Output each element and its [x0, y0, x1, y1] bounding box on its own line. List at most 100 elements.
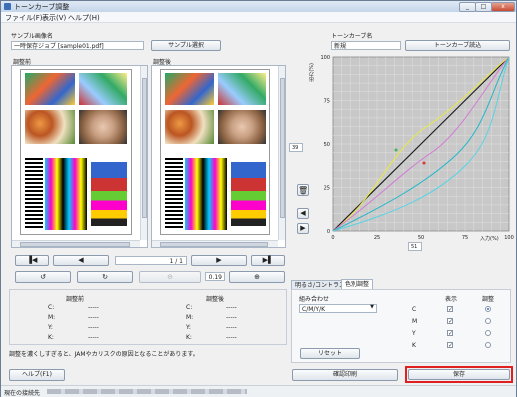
before-y-label: Y: [48, 324, 53, 331]
zoom-in-button[interactable]: ⊕ [229, 271, 285, 283]
x-tick-label: 75 [462, 235, 468, 241]
status-bar: 現在の接続先 [1, 385, 516, 397]
rotate-right-button[interactable]: ↻ [77, 271, 133, 283]
y-tick-label: 75 [324, 99, 330, 105]
x-tick-label: 100 [504, 235, 514, 241]
before-values-title: 調整前 [66, 296, 85, 303]
color-adjust-panel: 組み合わせ C/M/Y/K ▼ 表示 調整 C ✓ M ✓ Y ✓ K ✓ リセ… [291, 289, 511, 363]
connection-label: 現在の接続先 [4, 390, 41, 397]
adjust-header: 調整 [482, 296, 495, 303]
y-tick-label: 25 [324, 186, 330, 192]
channel-k-label: K [412, 342, 416, 349]
before-vertical-scrollbar[interactable] [140, 66, 147, 240]
graph-xlabel: 入力(%) [480, 236, 499, 242]
channel-k-adjust-radio[interactable] [485, 342, 491, 348]
before-m-label: M: [48, 314, 56, 321]
y-tick-label: 50 [324, 142, 330, 148]
point-left-icon: ◀ [300, 209, 306, 217]
sample-label: サンプル画像名 [11, 33, 53, 40]
value-display-group: 調整前 調整後 C: M: Y: K: ----- ----- ----- --… [9, 289, 287, 345]
after-m-value: ----- [226, 314, 237, 321]
after-preview-page [160, 69, 270, 235]
close-button[interactable]: x [491, 2, 515, 12]
before-vscroll-thumb[interactable] [142, 78, 147, 218]
rotate-right-icon: ↻ [102, 273, 108, 281]
sample-name-field: 一時保存ジョブ [sample01.pdf] [11, 41, 144, 50]
before-c-label: C: [48, 304, 55, 311]
prev-page-button[interactable]: ◀ [53, 255, 109, 266]
menu-file[interactable]: ファイル(F) [5, 13, 43, 23]
x-tick-label: 50 [418, 235, 424, 241]
arrow-left-icon: ◀ [78, 256, 84, 264]
zoom-out-button[interactable]: ⊖ [139, 271, 201, 283]
window-title: トーンカーブ調整 [14, 3, 70, 11]
minimize-button[interactable]: _ [459, 2, 476, 12]
before-k-value: ----- [88, 334, 99, 341]
check-print-button[interactable]: 確認印刷 [292, 369, 398, 381]
rotate-left-button[interactable]: ↺ [15, 271, 71, 283]
channel-y-adjust-radio[interactable] [485, 330, 491, 336]
channel-m-adjust-radio[interactable] [485, 318, 491, 324]
first-page-button[interactable]: ▐◀ [15, 255, 49, 266]
tone-curve-load-button[interactable]: トーンカーブ読込 [405, 40, 510, 51]
before-preview-panel [11, 65, 148, 248]
point-right-icon: ▶ [300, 224, 306, 232]
page-number-field[interactable]: 1 / 1 [115, 256, 187, 265]
tone-curve-name-field[interactable]: 新規 [331, 41, 401, 50]
channel-c-label: C [412, 306, 417, 313]
next-page-button[interactable]: ▶ [191, 255, 247, 266]
combo-select[interactable]: C/M/Y/K [299, 304, 377, 313]
maximize-button[interactable]: □ [475, 2, 492, 12]
tone-curve-window: トーンカーブ調整 _ □ x ファイル(F) 表示(V) ヘルプ(H) サンプル… [0, 0, 517, 397]
chevron-down-icon: ▼ [370, 304, 374, 310]
tone-curve-graph[interactable]: 0 25 50 75 100 0 25 50 75 100 [316, 55, 516, 255]
output-value-field[interactable]: 39 [289, 143, 303, 152]
channel-y-label: Y [412, 330, 416, 337]
before-m-value: ----- [88, 314, 99, 321]
show-header: 表示 [445, 296, 458, 303]
before-c-value: ----- [88, 304, 99, 311]
next-point-button[interactable]: ▶ [297, 223, 309, 234]
arrow-right-icon: ▶ [216, 256, 222, 264]
after-values-title: 調整後 [206, 296, 225, 303]
before-hscroll-thumb[interactable] [20, 242, 130, 247]
before-preview-page [20, 69, 132, 235]
menu-help[interactable]: ヘルプ(H) [68, 13, 100, 23]
reset-button[interactable]: リセット [300, 348, 360, 359]
x-tick-label: 0 [331, 235, 334, 241]
after-vscroll-thumb[interactable] [280, 78, 285, 218]
delete-point-button[interactable]: 🗑 [297, 184, 309, 196]
after-vertical-scrollbar[interactable] [278, 66, 285, 240]
channel-c-show-checkbox[interactable]: ✓ [447, 306, 453, 313]
channel-k-show-checkbox[interactable]: ✓ [447, 342, 453, 349]
sample-select-button[interactable]: サンプル選択 [151, 40, 221, 51]
last-page-button[interactable]: ▶▌ [251, 255, 285, 266]
before-k-label: K: [48, 334, 54, 341]
skip-back-icon: ▐◀ [26, 256, 38, 264]
input-value-field[interactable]: 51 [408, 242, 422, 251]
after-preview-panel [151, 65, 286, 248]
before-horizontal-scrollbar[interactable] [12, 240, 140, 247]
after-m-label: M: [186, 314, 194, 321]
help-button[interactable]: ヘルプ(F1) [9, 369, 65, 381]
y-tick-label: 100 [320, 55, 330, 61]
after-horizontal-scrollbar[interactable] [152, 240, 278, 247]
after-c-label: C: [186, 304, 193, 311]
menu-bar: ファイル(F) 表示(V) ヘルプ(H) [1, 12, 516, 23]
channel-m-show-checkbox[interactable]: ✓ [447, 318, 453, 325]
channel-c-adjust-radio[interactable] [485, 306, 491, 312]
channel-y-show-checkbox[interactable]: ✓ [447, 330, 453, 337]
zoom-out-icon: ⊖ [167, 273, 173, 281]
prev-point-button[interactable]: ◀ [297, 208, 309, 219]
tone-curve-label: トーンカーブ名 [331, 33, 373, 40]
menu-view[interactable]: 表示(V) [42, 13, 66, 23]
after-hscroll-thumb[interactable] [160, 242, 268, 247]
graph-ylabel: 出力(%) [309, 63, 315, 82]
after-c-value: ----- [226, 304, 237, 311]
connection-value-blurred [47, 389, 247, 394]
warning-text: 調整を濃くしすぎると、JAMやカリスクの原因となることがあります。 [9, 351, 199, 358]
zoom-field[interactable]: 0.19 [205, 272, 225, 281]
x-tick-label: 25 [374, 235, 380, 241]
save-button[interactable]: 保存 [408, 369, 510, 380]
tab-color-adjust[interactable]: 色別調整 [341, 279, 374, 289]
